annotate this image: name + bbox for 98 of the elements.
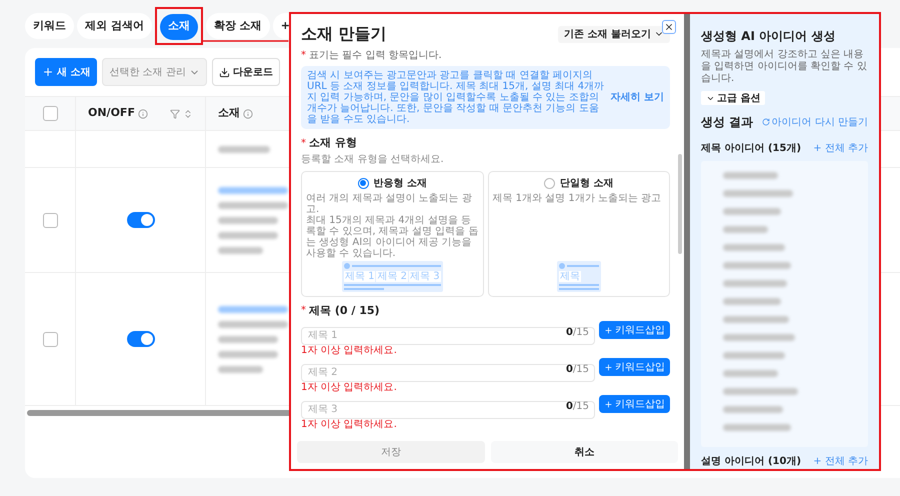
blurred-text xyxy=(723,226,768,233)
blurred-text xyxy=(723,334,795,341)
checkbox[interactable] xyxy=(42,332,58,346)
insert-keyword-button[interactable]: 키워드삽입 xyxy=(599,358,670,376)
insert-keyword-button[interactable]: 키워드삽입 xyxy=(599,395,670,413)
required-note: 표기는 필수 입력 항목입니다. xyxy=(309,49,442,63)
error-text: 1자 이상 입력하세요. xyxy=(301,345,398,356)
cancel-button[interactable]: 취소 xyxy=(490,441,678,463)
add-all-link[interactable]: + 전체 추가 xyxy=(813,141,868,156)
checkbox[interactable] xyxy=(42,106,58,121)
download-button[interactable]: 다운로드 xyxy=(212,58,280,86)
char-limit: /15 xyxy=(572,327,589,339)
blurred-text xyxy=(723,280,787,287)
advanced-options-button[interactable]: 고급 옵션 xyxy=(701,91,766,105)
blurred-text xyxy=(723,262,791,269)
blurred-text xyxy=(723,424,791,431)
required-mark: * xyxy=(301,49,306,63)
insert-keyword-button[interactable]: 키워드삽입 xyxy=(599,321,670,339)
blurred-text xyxy=(218,146,270,152)
blurred-text xyxy=(723,244,785,251)
results-title: 생성 결과 xyxy=(701,114,754,131)
blurred-text xyxy=(723,406,783,413)
blurred-text xyxy=(218,216,278,224)
type-option-card[interactable]: 단일형 소재 제목 1개와 설명 1개가 노출되는 광고 제목 xyxy=(488,170,670,296)
panel-description: 제목과 설명에서 강조하고 싶은 내용을 입력하면 아이디어를 확인할 수 있습니다. xyxy=(701,49,868,85)
blurred-text xyxy=(723,352,785,359)
blurred-text xyxy=(218,336,278,342)
section-subtitle: 등록할 소재 유형을 선택하세요. xyxy=(301,152,445,166)
required-mark: * xyxy=(301,136,306,151)
close-icon xyxy=(664,22,674,32)
blurred-text xyxy=(218,320,288,328)
tab[interactable]: 소재 xyxy=(160,14,198,40)
char-count: 0 xyxy=(566,364,573,376)
error-text: 1자 이상 입력하세요. xyxy=(301,382,398,393)
blurred-text xyxy=(723,172,778,179)
char-count: 0 xyxy=(566,327,573,339)
char-limit: /15 xyxy=(572,401,589,413)
chip: 제목 1 xyxy=(344,270,376,282)
plus-icon xyxy=(604,400,613,408)
option-label: 단일형 소재 xyxy=(560,176,614,190)
radio-button[interactable] xyxy=(358,178,368,188)
blurred-text xyxy=(218,202,288,208)
close-button[interactable] xyxy=(662,20,676,34)
blurred-text xyxy=(218,232,278,238)
download-icon xyxy=(218,66,230,78)
chip: 제목 3 xyxy=(409,270,441,282)
refresh-icon xyxy=(762,118,770,126)
save-button[interactable]: 저장 xyxy=(297,441,484,463)
info-text: 검색 시 보여주는 광고문안과 광고를 클릭할 때 연결할 페이지의 URL 등 소재 정보를 입력합니다. 제목 최대 15개, 설명 최대 4개까지 입력 가능하며, 문안을 많이 입력할수록 노출될 수 있는 조합의 개수가 늘어납니다. 또한, 문안을 작성할 때 문안추천 기능의 도움을 받을 수도 있습니다. xyxy=(307,70,605,125)
checkbox[interactable] xyxy=(42,212,58,228)
option-label: 반응형 소재 xyxy=(374,176,427,190)
section-title: 소재 유형 xyxy=(309,135,357,151)
blurred-text xyxy=(218,246,263,254)
blurred-text xyxy=(723,208,781,215)
info-icon xyxy=(138,108,148,118)
sort-icon xyxy=(183,108,193,118)
plus-icon xyxy=(604,362,613,372)
panel-title: 생성형 AI 아이디어 생성 xyxy=(701,28,836,45)
blurred-text xyxy=(218,306,288,312)
plus-icon xyxy=(604,326,613,334)
tab[interactable]: 제외 검색어 xyxy=(77,13,152,39)
option-description: 여러 개의 제목과 설명이 노출되는 광고. 최대 15개의 제목과 4개의 설명을 등록할 수 있으며, 제목과 설명 입력을 돕는 생성형 AI의 아이디어 제공 기능을 사용할 수 있습니다. xyxy=(306,192,478,258)
load-dropdown[interactable]: 기존 소재 불러오기 xyxy=(558,26,670,42)
blurred-text xyxy=(218,186,288,194)
toggle-switch[interactable] xyxy=(126,331,154,347)
blurred-text xyxy=(723,298,781,305)
char-count: 0 xyxy=(566,401,573,413)
char-limit: /15 xyxy=(572,364,589,376)
blurred-text xyxy=(218,366,263,372)
blurred-text xyxy=(723,316,789,323)
error-text: 1자 이상 입력하세요. xyxy=(301,419,398,430)
ideas-label: 제목 아이디어 (15개) xyxy=(701,142,802,156)
option-description: 제목 1개와 설명 1개가 노출되는 광고 xyxy=(492,192,662,204)
regenerate-link[interactable]: 아이디어 다시 만들기 xyxy=(762,114,868,130)
dialog-title: 소재 만들기 xyxy=(301,23,387,45)
tab[interactable]: 키워드 xyxy=(25,13,74,39)
tab[interactable]: 확장 소재 xyxy=(206,13,270,39)
toggle-switch[interactable] xyxy=(126,212,154,228)
new-creative-button[interactable]: 새 소재 xyxy=(35,58,98,86)
scrollbar[interactable] xyxy=(678,154,682,254)
plus-icon xyxy=(42,66,54,78)
filter-icon xyxy=(170,108,180,118)
ideas-label: 설명 아이디어 (10개) xyxy=(701,455,802,469)
chip: 제목 xyxy=(558,270,581,282)
type-option-card[interactable]: 반응형 소재 여러 개의 제목과 설명이 노출되는 광고. 최대 15개의 제목과 4개의 설명을 등록할 수 있으며, 제목과 설명 입력을 돕는 생성형 AI의 아이디어 제공 기능을 사용할 수 있습니다. 제목 1 제목 2 제목 3 xyxy=(301,170,484,296)
add-all-link[interactable]: + 전체 추가 xyxy=(813,454,868,469)
radio-button[interactable] xyxy=(544,178,555,188)
blurred-text xyxy=(218,350,278,358)
blurred-text xyxy=(723,370,778,377)
section-title: 제목 (0 / 15) xyxy=(309,302,380,318)
more-link[interactable]: 자세히 보기 xyxy=(610,90,664,105)
column-header: 소재 xyxy=(218,105,240,122)
blurred-text xyxy=(723,190,793,197)
required-mark: * xyxy=(301,304,306,318)
info-icon xyxy=(243,108,253,118)
manage-dropdown[interactable]: 선택한 소재 관리 xyxy=(102,58,207,86)
column-header: ON/OFF xyxy=(88,105,135,122)
chip: 제목 2 xyxy=(376,270,408,282)
